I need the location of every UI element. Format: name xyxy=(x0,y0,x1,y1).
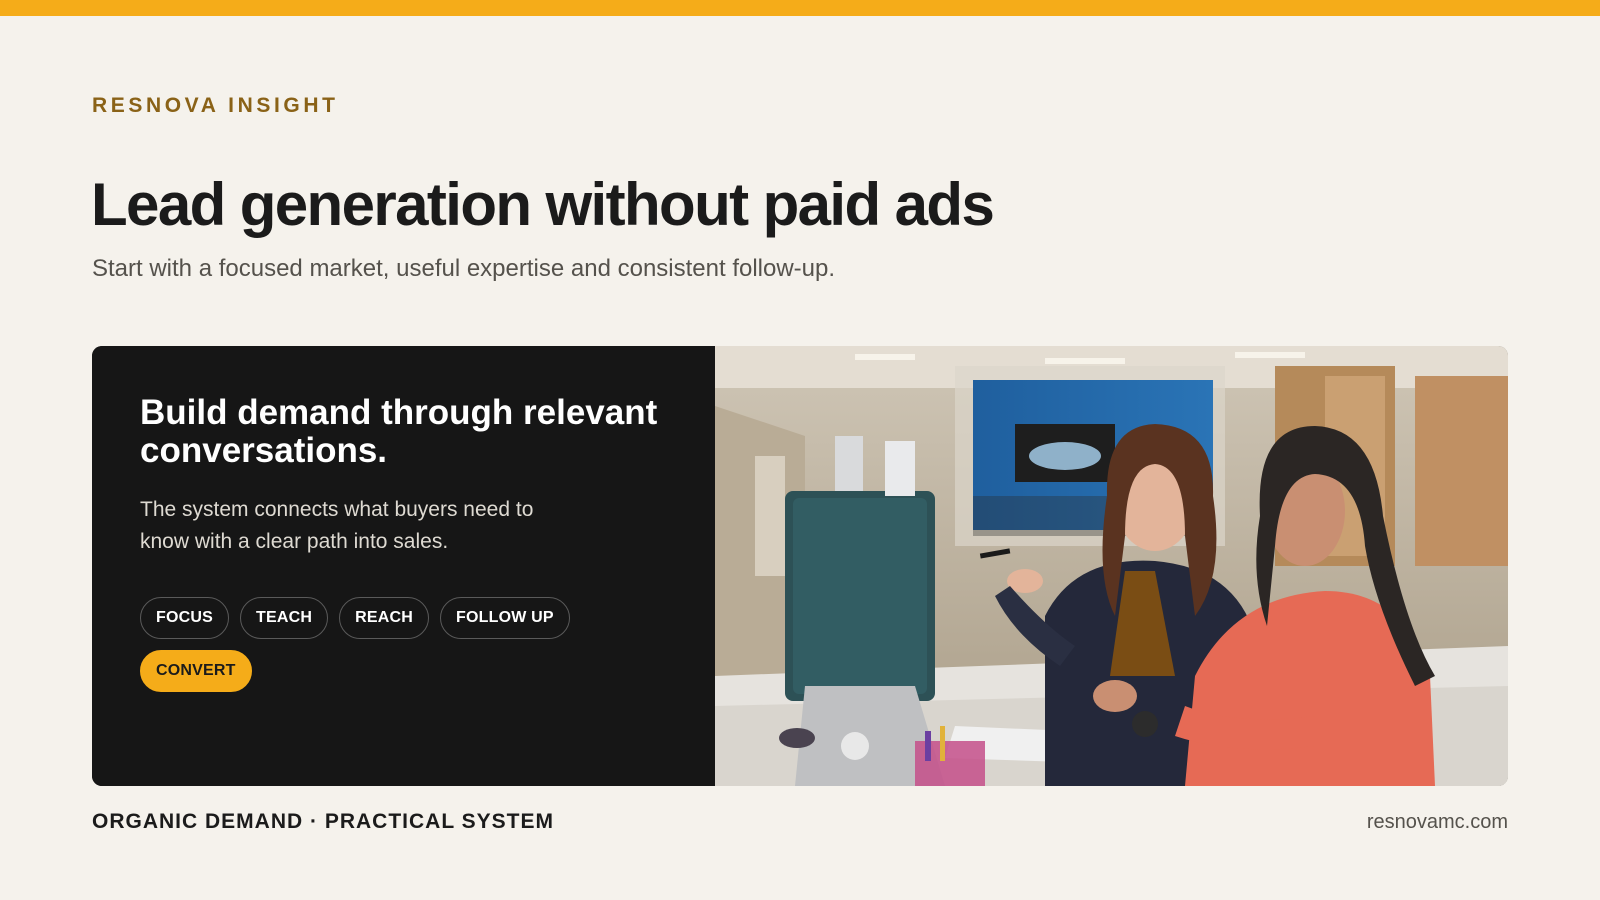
feature-card: Build demand through relevant conversati… xyxy=(92,346,1508,786)
feature-card-text-panel: Build demand through relevant conversati… xyxy=(92,346,715,786)
tag-teach[interactable]: TEACH xyxy=(240,597,329,639)
page-subtitle: Start with a focused market, useful expe… xyxy=(92,255,836,282)
brand-eyebrow: RESNOVA INSIGHT xyxy=(92,94,339,117)
page-title: Lead generation without paid ads xyxy=(91,171,995,238)
accent-top-bar xyxy=(0,0,1600,16)
card-body: The system connects what buyers need to … xyxy=(140,498,534,553)
tag-convert[interactable]: CONVERT xyxy=(140,650,252,692)
tag-focus[interactable]: FOCUS xyxy=(140,597,229,639)
card-title: Build demand through relevant conversati… xyxy=(140,393,658,470)
step-tags: FOCUS TEACH REACH FOLLOW UP CONVERT xyxy=(140,597,610,692)
tag-follow-up[interactable]: FOLLOW UP xyxy=(440,597,570,639)
office-meeting-photo xyxy=(715,346,1508,786)
footer-tagline: ORGANIC DEMAND · PRACTICAL SYSTEM xyxy=(92,810,554,833)
tag-reach[interactable]: REACH xyxy=(339,597,429,639)
footer-domain-link[interactable]: resnovamc.com xyxy=(1367,811,1508,834)
office-photo-illustration xyxy=(715,346,1508,786)
